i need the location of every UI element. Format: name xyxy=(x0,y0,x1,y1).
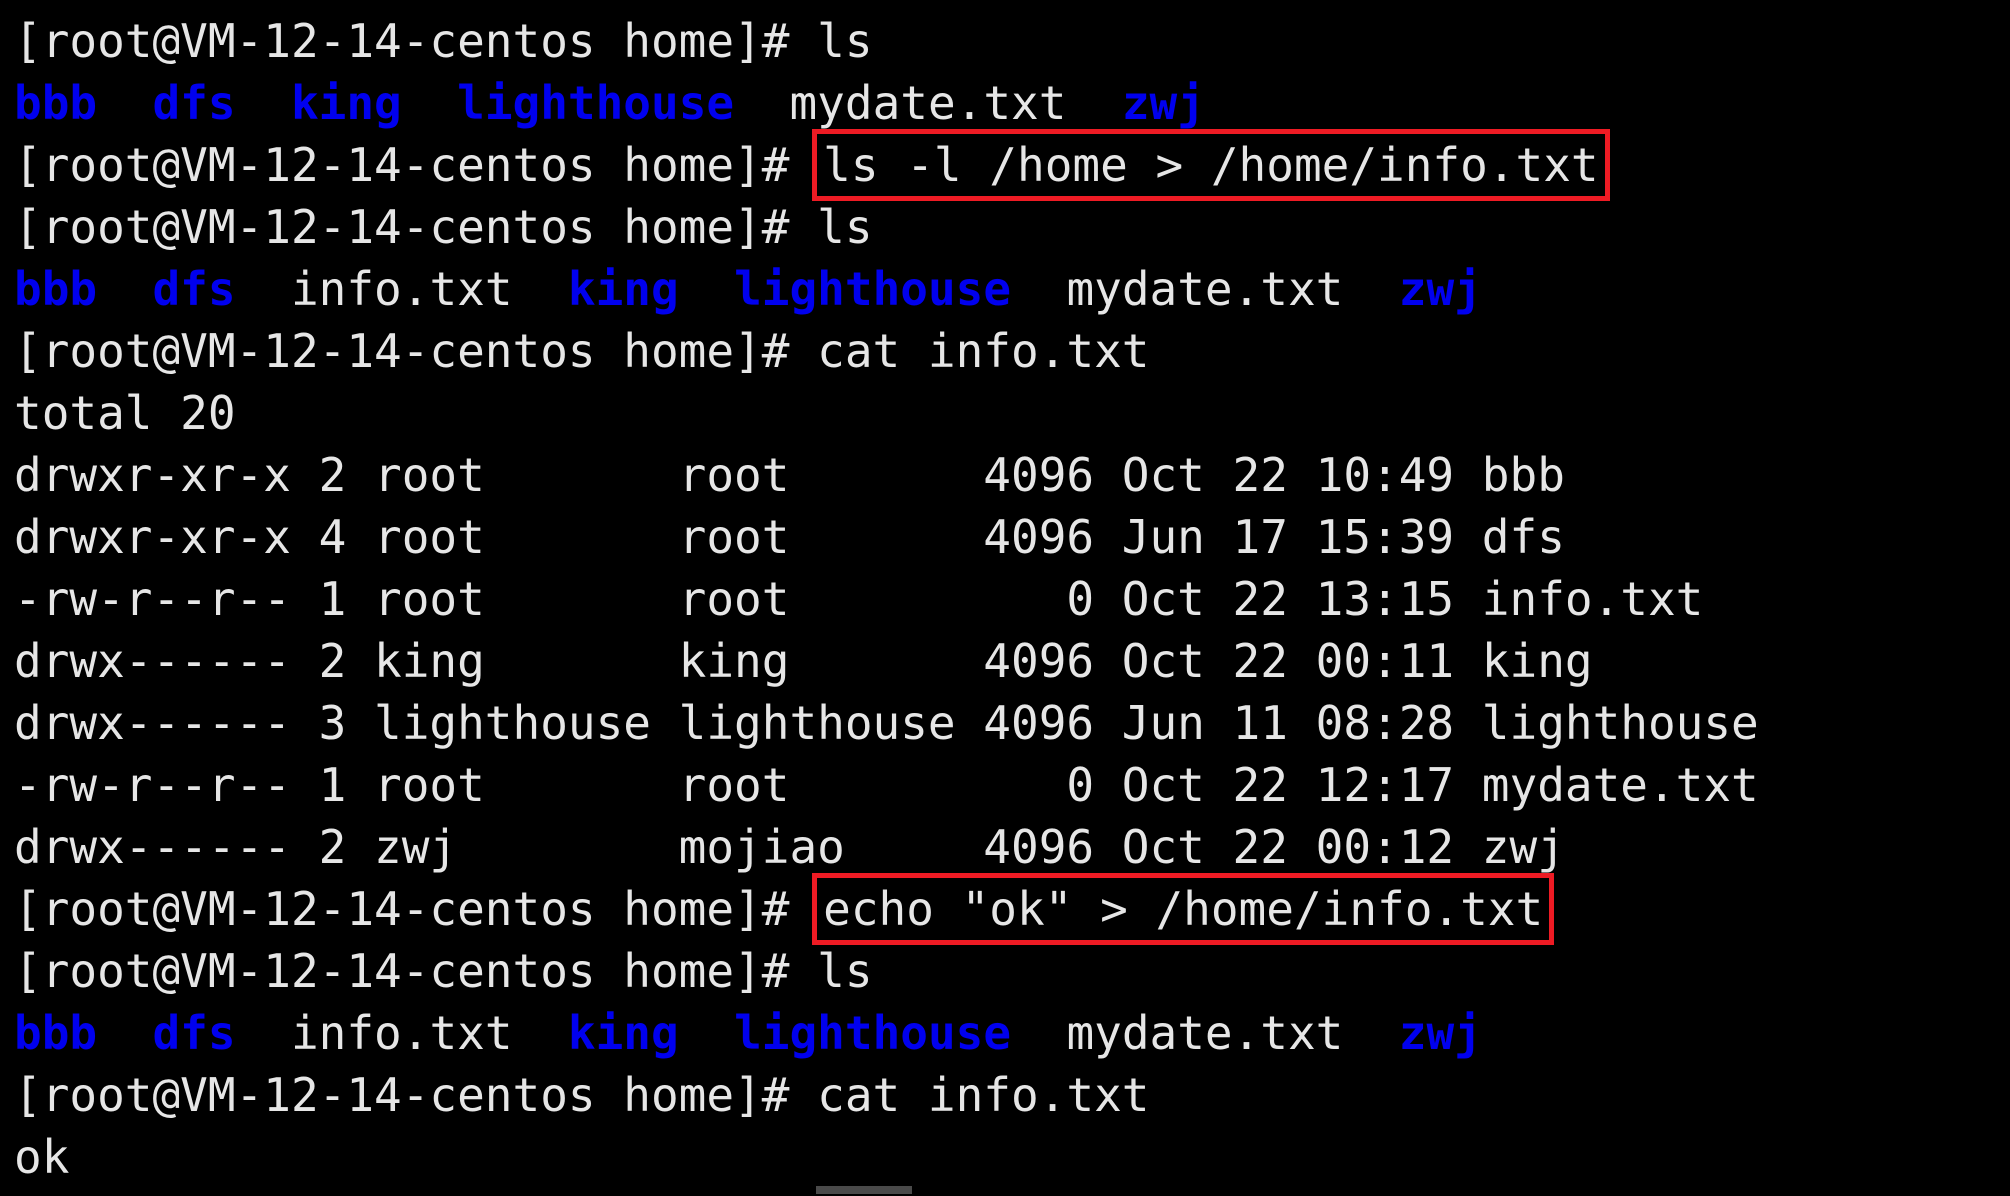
directory-entry: dfs xyxy=(152,76,236,130)
entry-separator xyxy=(513,262,568,316)
shell-prompt: [root@VM-12-14-centos home]# xyxy=(14,200,818,254)
terminal-line: bbb dfs king lighthouse mydate.txt zwj xyxy=(14,72,2010,134)
shell-prompt: [root@VM-12-14-centos home]# xyxy=(14,138,818,192)
shell-prompt: [root@VM-12-14-centos home]# xyxy=(14,324,818,378)
entry-separator xyxy=(1343,262,1398,316)
shell-command[interactable]: ls xyxy=(817,14,872,68)
command-output-text: -rw-r--r-- 1 root root 0 Oct 22 13:15 in… xyxy=(14,572,1704,626)
command-output-text: ok xyxy=(14,1130,70,1184)
terminal-line: drwx------ 2 zwj mojiao 4096 Oct 22 00:1… xyxy=(14,816,2010,878)
file-entry: mydate.txt xyxy=(1066,1006,1344,1060)
entry-separator xyxy=(97,1006,152,1060)
directory-entry: dfs xyxy=(152,262,236,316)
command-output-text: drwxr-xr-x 2 root root 4096 Oct 22 10:49… xyxy=(14,448,1565,502)
directory-entry: lighthouse xyxy=(734,1006,1012,1060)
shell-command[interactable]: cat info.txt xyxy=(817,1068,1149,1122)
command-output-text: drwx------ 2 king king 4096 Oct 22 00:11… xyxy=(14,634,1593,688)
terminal-line: [root@VM-12-14-centos home]# ls xyxy=(14,940,2010,1002)
directory-entry: bbb xyxy=(14,76,98,130)
command-output-text: -rw-r--r-- 1 root root 0 Oct 22 12:17 my… xyxy=(14,758,1759,812)
directory-entry: bbb xyxy=(14,1006,98,1060)
terminal-line: [root@VM-12-14-centos home]# cat info.tx… xyxy=(14,1064,2010,1126)
entry-separator xyxy=(97,76,152,130)
entry-separator xyxy=(1011,262,1066,316)
terminal-line: [root@VM-12-14-centos home]# ls xyxy=(14,10,2010,72)
directory-entry: bbb xyxy=(14,262,98,316)
entry-separator xyxy=(679,262,734,316)
terminal-output-area[interactable]: [root@VM-12-14-centos home]# ls bbb dfs k… xyxy=(14,10,2010,1188)
command-output-text: drwx------ 3 lighthouse lighthouse 4096 … xyxy=(14,696,1759,750)
terminal-line: -rw-r--r-- 1 root root 0 Oct 22 13:15 in… xyxy=(14,568,2010,630)
terminal-window[interactable]: [root@VM-12-14-centos home]# ls bbb dfs k… xyxy=(0,0,2010,1196)
highlighted-command[interactable]: echo "ok" > /home/info.txt xyxy=(812,873,1555,945)
terminal-line: ok xyxy=(14,1126,2010,1188)
directory-entry: lighthouse xyxy=(457,76,735,130)
command-output-text: drwxr-xr-x 4 root root 4096 Jun 17 15:39… xyxy=(14,510,1565,564)
file-entry: info.txt xyxy=(290,262,513,316)
terminal-line: -rw-r--r-- 1 root root 0 Oct 22 12:17 my… xyxy=(14,754,2010,816)
entry-separator xyxy=(1011,1006,1066,1060)
shell-prompt: [root@VM-12-14-centos home]# xyxy=(14,882,818,936)
entry-separator xyxy=(513,1006,568,1060)
shell-prompt: [root@VM-12-14-centos home]# xyxy=(14,944,818,998)
terminal-line: total 20 xyxy=(14,382,2010,444)
directory-entry: lighthouse xyxy=(734,262,1012,316)
command-output-text: total 20 xyxy=(14,386,236,440)
shell-command[interactable]: ls xyxy=(817,200,872,254)
entry-separator xyxy=(679,1006,734,1060)
terminal-line: drwxr-xr-x 2 root root 4096 Oct 22 10:49… xyxy=(14,444,2010,506)
directory-entry: king xyxy=(567,262,679,316)
directory-entry: zwj xyxy=(1398,262,1482,316)
entry-separator xyxy=(97,262,152,316)
shell-prompt: [root@VM-12-14-centos home]# xyxy=(14,1068,818,1122)
entry-separator xyxy=(236,262,291,316)
entry-separator xyxy=(236,76,291,130)
terminal-line: bbb dfs info.txt king lighthouse mydate.… xyxy=(14,1002,2010,1064)
directory-entry: king xyxy=(567,1006,679,1060)
directory-entry: zwj xyxy=(1398,1006,1482,1060)
cursor-row xyxy=(0,1186,2010,1196)
command-output-text: drwx------ 2 zwj mojiao 4096 Oct 22 00:1… xyxy=(14,820,1565,874)
terminal-line: drwxr-xr-x 4 root root 4096 Jun 17 15:39… xyxy=(14,506,2010,568)
entry-separator xyxy=(236,1006,291,1060)
terminal-line: drwx------ 3 lighthouse lighthouse 4096 … xyxy=(14,692,2010,754)
shell-command[interactable]: cat info.txt xyxy=(817,324,1149,378)
shell-command[interactable]: ls xyxy=(817,944,872,998)
directory-entry: king xyxy=(290,76,402,130)
directory-entry: dfs xyxy=(152,1006,236,1060)
terminal-line: [root@VM-12-14-centos home]# echo "ok" >… xyxy=(14,873,2010,945)
entry-separator xyxy=(402,76,457,130)
directory-entry: zwj xyxy=(1121,76,1205,130)
highlighted-command[interactable]: ls -l /home > /home/info.txt xyxy=(812,129,1610,201)
file-entry: mydate.txt xyxy=(1066,262,1344,316)
entry-separator xyxy=(1066,76,1121,130)
file-entry: mydate.txt xyxy=(789,76,1067,130)
terminal-line: [root@VM-12-14-centos home]# cat info.tx… xyxy=(14,320,2010,382)
terminal-line: [root@VM-12-14-centos home]# ls -l /home… xyxy=(14,129,2010,201)
entry-separator xyxy=(1343,1006,1398,1060)
terminal-cursor xyxy=(816,1186,912,1194)
shell-prompt: [root@VM-12-14-centos home]# xyxy=(14,14,818,68)
terminal-line: bbb dfs info.txt king lighthouse mydate.… xyxy=(14,258,2010,320)
terminal-line: [root@VM-12-14-centos home]# ls xyxy=(14,196,2010,258)
terminal-line: drwx------ 2 king king 4096 Oct 22 00:11… xyxy=(14,630,2010,692)
entry-separator xyxy=(734,76,789,130)
file-entry: info.txt xyxy=(290,1006,513,1060)
